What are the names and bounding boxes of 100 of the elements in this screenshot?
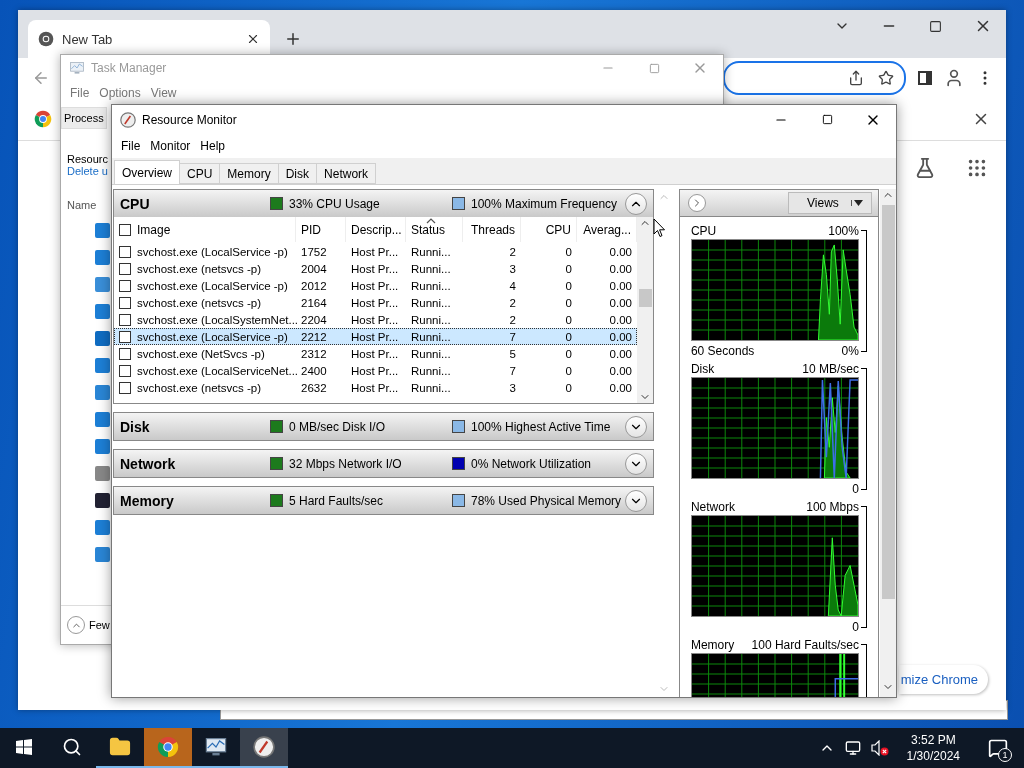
menu-item[interactable]: File	[65, 86, 95, 100]
table-row[interactable]: svchost.exe (netsvcs -p) 2632 Host Pr... Runni... 3 0 0.00	[114, 379, 637, 396]
checkbox[interactable]	[119, 262, 131, 275]
table-cell-text: 7	[508, 330, 517, 343]
scale-label: 0	[852, 620, 859, 634]
close-icon[interactable]	[246, 32, 260, 46]
table-cell-text: 0.00	[608, 262, 633, 275]
column-header[interactable]: Threads	[463, 217, 521, 242]
section-header[interactable]: Disk 0 MB/sec Disk I/O 100% Highest Active Time	[114, 413, 653, 440]
checkbox[interactable]	[119, 330, 131, 343]
checkbox[interactable]	[119, 347, 131, 360]
sidebar-icon[interactable]	[918, 71, 932, 85]
app-icon	[95, 466, 110, 481]
table-row[interactable]: svchost.exe (LocalService -p) 2212 Host Pr... Runni... 7 0 0.00	[114, 328, 637, 345]
views-button[interactable]: Views	[788, 192, 873, 214]
section-header[interactable]: CPU 33% CPU Usage 100% Maximum Frequency	[114, 190, 653, 217]
window-title: Task Manager	[91, 61, 167, 75]
app-icon	[95, 331, 110, 346]
column-header[interactable]: Descrip...	[346, 217, 406, 242]
section-header[interactable]: Network 32 Mbps Network I/O 0% Network Utilization	[114, 450, 653, 477]
muted-volume-icon[interactable]	[870, 740, 889, 756]
app-icon	[95, 385, 110, 400]
caret-icon	[853, 200, 863, 206]
scale-label: 10 MB/sec	[802, 362, 859, 376]
heading: Resourc	[67, 153, 108, 165]
checkbox[interactable]	[119, 313, 131, 326]
column-header[interactable]: Image	[137, 217, 296, 242]
app-icon	[95, 358, 110, 373]
toggle-button[interactable]	[625, 452, 647, 475]
checkbox[interactable]	[119, 364, 131, 377]
back-icon[interactable]	[32, 69, 50, 87]
toggle-button[interactable]	[625, 192, 647, 215]
table-cell-text: 2164	[300, 296, 328, 309]
checkbox[interactable]	[119, 279, 131, 292]
tab[interactable]: Memory	[219, 163, 279, 184]
chrome-icon	[34, 110, 52, 128]
tab[interactable]: CPU	[179, 163, 221, 184]
table-cell-text: Host Pr...	[350, 364, 400, 377]
tab[interactable]: Process	[61, 107, 107, 129]
table-cell-text: 2	[508, 245, 517, 258]
checkbox[interactable]	[119, 381, 131, 394]
profile-icon[interactable]	[944, 68, 964, 88]
table-cell-text: 2004	[300, 262, 328, 275]
apps-icon[interactable]	[966, 157, 988, 179]
tab[interactable]: Overview	[114, 160, 180, 184]
scrollbar-thumb[interactable]	[881, 205, 895, 599]
new-tab-icon[interactable]	[284, 30, 302, 48]
fewer-details-link[interactable]: Few	[89, 619, 110, 631]
browser-tab[interactable]: New Tab	[28, 20, 270, 58]
expand-button[interactable]	[687, 194, 706, 212]
menu-item[interactable]: Monitor	[145, 139, 196, 153]
table-cell-text: Host Pr...	[350, 313, 400, 326]
scrollbar-thumb[interactable]	[638, 289, 652, 307]
table-row[interactable]: svchost.exe (LocalService -p) 2012 Host Pr... Runni... 4 0 0.00	[114, 277, 637, 294]
windows-icon	[16, 739, 32, 755]
table-cell-text: 4	[508, 279, 517, 292]
scrollbar[interactable]	[880, 189, 896, 697]
table-row[interactable]: svchost.exe (netsvcs -p) 2004 Host Pr... Runni... 3 0 0.00	[114, 260, 637, 277]
table-cell-text: Host Pr...	[350, 381, 400, 394]
menu-item[interactable]: View	[145, 86, 182, 100]
maximize-icon[interactable]	[929, 19, 942, 33]
flask-icon[interactable]	[914, 157, 936, 179]
network-icon[interactable]	[844, 740, 861, 756]
table-row[interactable]: svchost.exe (NetSvcs -p) 2312 Host Pr... Runni... 5 0 0.00	[114, 345, 637, 362]
app-icon	[95, 277, 110, 292]
link[interactable]: Delete u	[67, 165, 108, 177]
toggle-button[interactable]	[625, 489, 647, 512]
table-row[interactable]: svchost.exe (LocalServiceNet... 2400 Host Pr... Runni... 7 0 0.00	[114, 362, 637, 379]
table-row[interactable]: svchost.exe (netsvcs -p) 2164 Host Pr... Runni... 2 0 0.00	[114, 294, 637, 311]
menu-item[interactable]: Options	[94, 86, 146, 100]
maximize-icon[interactable]	[821, 114, 833, 125]
table-cell-text: 0.00	[608, 364, 633, 377]
taskbar-app[interactable]	[240, 728, 288, 768]
column-header[interactable]: Name	[67, 199, 97, 211]
section-header[interactable]: Memory 5 Hard Faults/sec 78% Used Physical Memory	[114, 487, 653, 514]
table-cell-text: Runni...	[410, 313, 452, 326]
menu-item[interactable]: File	[116, 139, 146, 153]
checkbox[interactable]	[119, 296, 131, 309]
share-icon[interactable]	[848, 70, 864, 86]
table-row[interactable]: svchost.exe (LocalService -p) 1752 Host Pr... Runni... 2 0 0.00	[114, 243, 637, 260]
clock[interactable]: 3:52 PM 1/30/2024	[898, 732, 968, 764]
tab[interactable]: Network	[316, 163, 377, 184]
checkbox[interactable]	[119, 245, 131, 258]
table-row[interactable]: svchost.exe (LocalSystemNet... 2204 Host Pr... Runni... 2 0 0.00	[114, 311, 637, 328]
table-cell-text: Runni...	[410, 364, 452, 377]
star-icon[interactable]	[878, 70, 894, 86]
customize-button[interactable]: mize Chrome	[898, 665, 988, 694]
tab[interactable]: Disk	[277, 163, 318, 184]
scale-label: 0	[852, 482, 859, 496]
column-header[interactable]: Status	[406, 217, 463, 242]
column-header[interactable]: PID	[296, 217, 346, 242]
table-cell: svchost.exe (netsvcs -p)	[137, 296, 261, 309]
collapse-button[interactable]	[67, 616, 85, 634]
table-cell-text: 2204	[300, 313, 328, 326]
scrollbar[interactable]	[637, 217, 653, 403]
menu-item[interactable]: Help	[195, 139, 231, 153]
checkbox[interactable]	[119, 223, 131, 236]
toggle-button[interactable]	[625, 415, 647, 438]
notifications-button[interactable]: 1	[978, 728, 1018, 768]
column-header[interactable]: CPU	[521, 217, 577, 242]
